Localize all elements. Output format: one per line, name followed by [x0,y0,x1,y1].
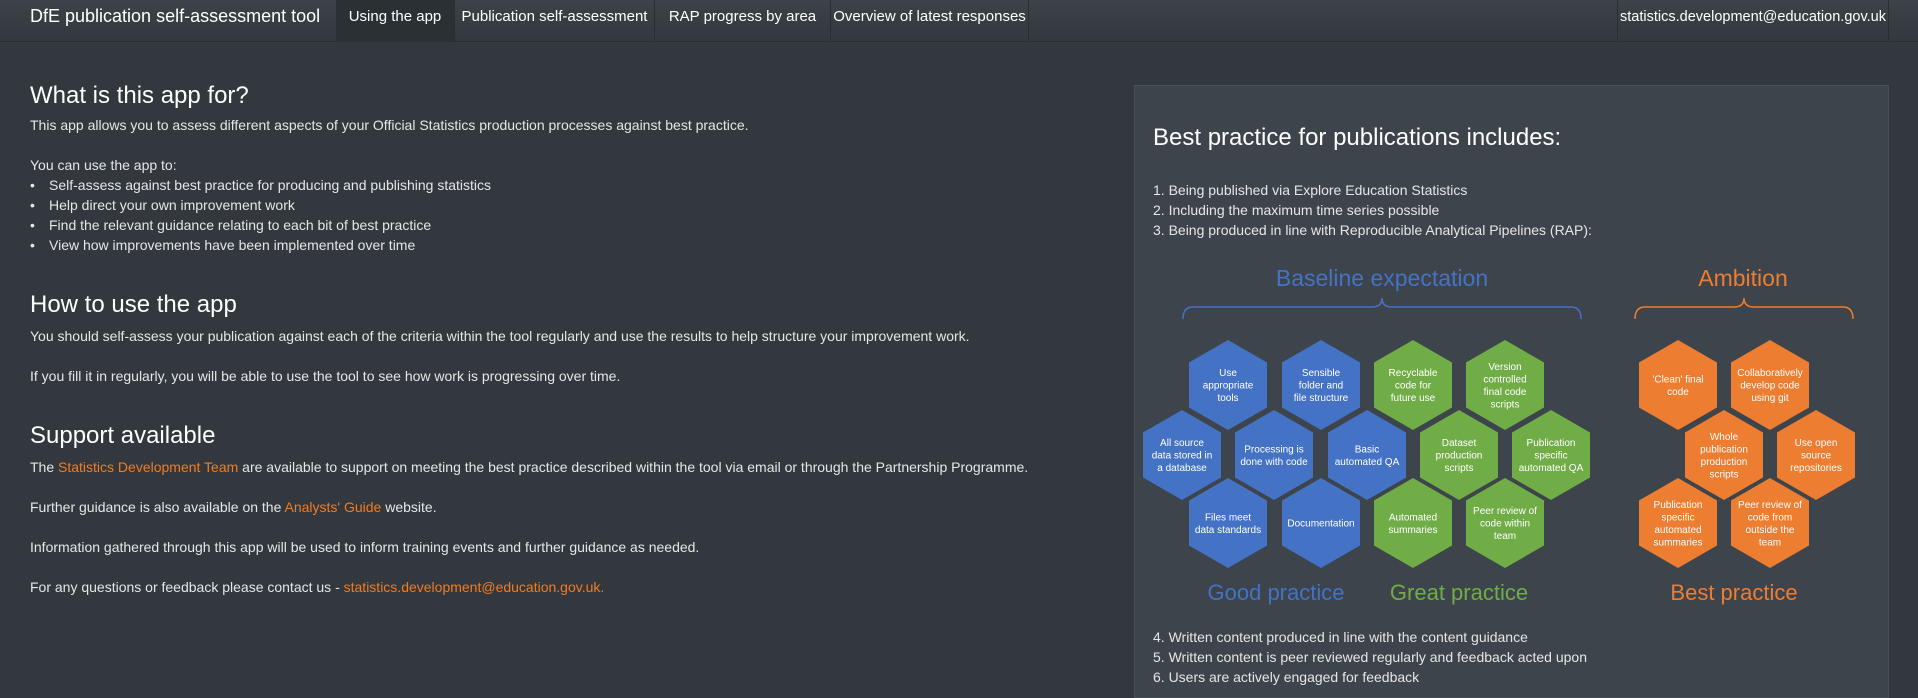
good-practice-label: Good practice [1208,580,1345,605]
what-heading: What is this app for? [30,82,249,109]
hexagon-item: Version controlled final code scripts [1466,340,1544,430]
list-item: Find the relevant guidance relating to e… [30,215,1110,235]
hexagon-item: Peer review of code within team [1466,478,1544,568]
use-intro: You can use the app to: [30,157,177,173]
support-p2-pre: Further guidance is also available on th… [30,499,285,515]
tab-overview-of-latest-responses[interactable]: Overview of latest responses [831,0,1029,42]
hexagon-label: All source data stored in a database [1152,438,1213,474]
uses-list: Self-assess against best practice for pr… [30,175,1110,255]
rap-hexagon-diagram: Baseline expectation Ambition Use appropr… [1143,265,1855,605]
hexagon-item: Sensible folder and file structure [1282,340,1360,430]
support-paragraph-4: For any questions or feedback please con… [30,577,1110,597]
hexagon-label: Processing is done with code [1240,444,1308,468]
support-paragraph-3: Information gathered through this app wi… [30,539,700,555]
list-item: Help direct your own improvement work [30,195,1110,215]
hexagon-item: Collaboratively develop code using git [1731,340,1809,430]
hexagon-item: Dataset production scripts [1420,410,1498,500]
support-p4-pre: For any questions or feedback please con… [30,579,344,595]
nav-email-link[interactable]: statistics.development@education.gov.uk [1617,0,1889,42]
support-p1-pre: The [30,459,59,475]
hexagon-item: Processing is done with code [1235,410,1313,500]
list-item: View how improvements have been implemen… [30,235,1110,255]
hexagon-item: Recyclable code for future use [1374,340,1452,430]
ambition-label: Ambition [1698,265,1787,291]
hexagon-item: Use open source repositories [1777,410,1855,500]
tab-publication-self-assessment[interactable]: Publication self-assessment [455,0,655,42]
analysts-guide-link[interactable]: Analysts' Guide [285,499,382,515]
list-item: 5. Written content is peer reviewed regu… [1153,649,1587,665]
hexagon-item: Files meet data standards [1189,478,1267,568]
list-item: 6. Users are actively engaged for feedba… [1153,669,1420,685]
best-practice-panel: Best practice for publications includes:… [1134,85,1889,698]
baseline-brace [1182,297,1582,320]
hexagon-label: Documentation [1287,519,1354,530]
main-content: What is this app for? This app allows yo… [30,80,1110,597]
support-p1-post: are available to support on meeting the … [238,459,1029,475]
hexagon-label: Automated summaries [1389,512,1438,536]
great-practice-label: Great practice [1390,580,1528,605]
hexagon-item: Automated summaries [1374,478,1452,568]
support-heading: Support available [30,422,216,449]
how-paragraph-1: You should self-assess your publication … [30,328,970,344]
contact-email-link[interactable]: statistics.development@education.gov.uk. [344,579,605,595]
app-brand[interactable]: DfE publication self-assessment tool [30,0,320,35]
hexagon-item: Basic automated QA [1328,410,1406,500]
hexagon-item: Whole publication production scripts [1685,410,1763,500]
tab-rap-progress-by-area[interactable]: RAP progress by area [655,0,831,42]
statistics-development-team-link[interactable]: Statistics Development Team [58,459,238,475]
hexagon-item: Peer review of code from outside the team [1731,478,1809,568]
navbar: DfE publication self-assessment tool Usi… [0,0,1918,42]
hexagon-item: Publication specific automated QA [1512,410,1590,500]
how-paragraph-2: If you fill it in regularly, you will be… [30,368,621,384]
best-practice-list-bottom: 4. Written content produced in line with… [1153,627,1587,687]
how-heading: How to use the app [30,291,237,318]
hexagon-item: All source data stored in a database [1143,410,1221,500]
hexagon-item: Publication specific automated summaries [1639,478,1717,568]
ambition-brace [1634,297,1854,320]
hexagon-label: Recyclable code for future use [1389,368,1438,404]
hexagon-item: 'Clean' final code [1639,340,1717,430]
what-intro: This app allows you to assess different … [30,117,749,133]
support-paragraph-2: Further guidance is also available on th… [30,497,1110,517]
hexagon-item: Use appropriate tools [1189,340,1267,430]
list-item: 4. Written content produced in line with… [1153,629,1528,645]
hexagon-item: Documentation [1282,478,1360,568]
baseline-expectation-label: Baseline expectation [1276,265,1488,291]
support-paragraph-1: The Statistics Development Team are avai… [30,457,1110,477]
best-practice-label: Best practice [1670,580,1797,605]
tab-using-the-app[interactable]: Using the app [336,0,455,42]
hexagon-grid: Use appropriate toolsSensible folder and fil… [1143,340,1855,568]
support-p2-post: website. [381,499,437,515]
hexagon-label: Publication specific automated summaries [1654,500,1703,549]
list-item: Self-assess against best practice for pr… [30,175,1110,195]
